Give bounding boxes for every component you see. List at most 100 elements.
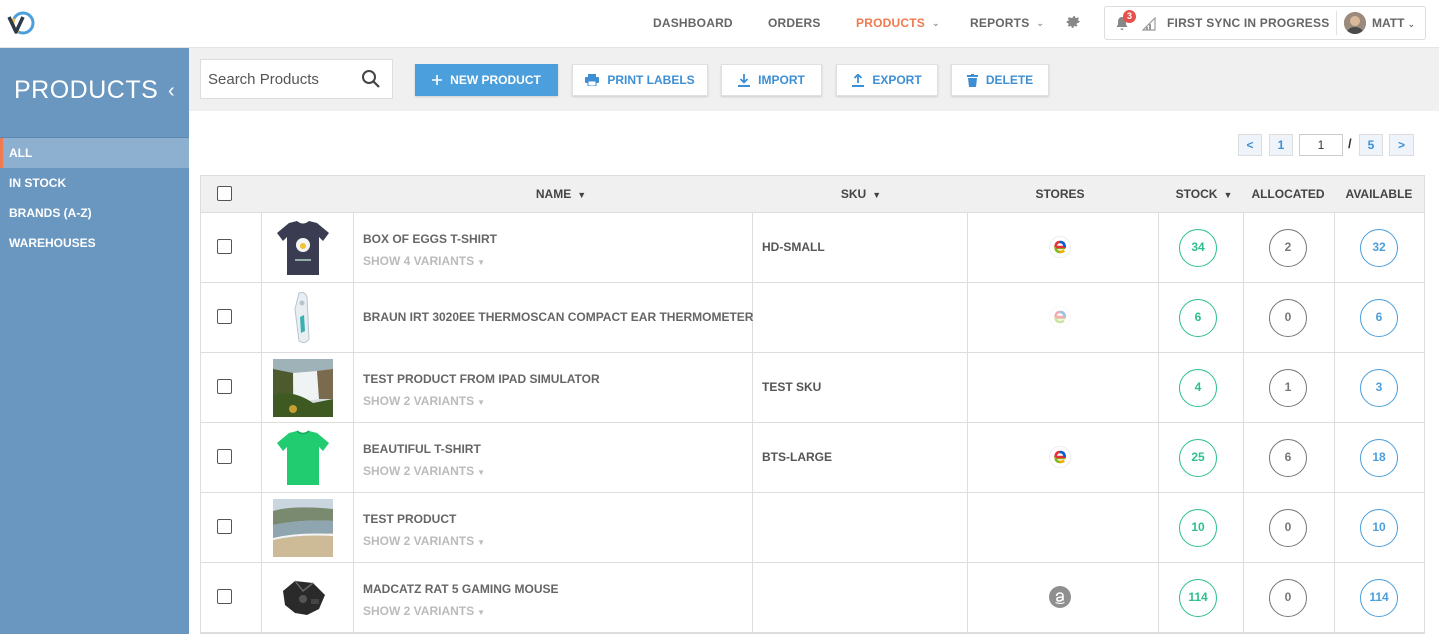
import-button[interactable]: IMPORT <box>721 64 822 96</box>
allocated-count[interactable]: 0 <box>1269 509 1307 547</box>
prev-page-button[interactable]: < <box>1238 134 1262 156</box>
column-divider <box>1334 493 1335 563</box>
printer-icon <box>585 74 600 86</box>
column-divider <box>1334 213 1335 283</box>
show-variants-toggle[interactable]: SHOW 2 VARIANTS ▼ <box>363 534 485 548</box>
nav-products[interactable]: PRODUCTS ⌄ <box>856 0 940 46</box>
column-divider <box>261 563 262 633</box>
row-checkbox[interactable] <box>217 519 232 534</box>
user-avatar-icon <box>1344 12 1366 34</box>
row-checkbox[interactable] <box>217 589 232 604</box>
show-variants-toggle[interactable]: SHOW 2 VARIANTS ▼ <box>363 394 485 408</box>
show-variants-toggle[interactable]: SHOW 4 VARIANTS ▼ <box>363 254 485 268</box>
allocated-count[interactable]: 1 <box>1269 369 1307 407</box>
top-bar: DASHBOARD ORDERS PRODUCTS ⌄ REPORTS ⌄ 3 FI… <box>0 0 1439 48</box>
page-number-input[interactable]: 1 <box>1299 134 1343 156</box>
search-box <box>200 59 393 99</box>
row-checkbox[interactable] <box>217 239 232 254</box>
available-count[interactable]: 114 <box>1360 579 1398 617</box>
product-name[interactable]: BOX OF EGGS T-SHIRT <box>363 232 497 246</box>
nav-dashboard[interactable]: DASHBOARD <box>653 0 733 46</box>
stock-count[interactable]: 34 <box>1179 229 1217 267</box>
table-row[interactable]: MADCATZ RAT 5 GAMING MOUSE SHOW 2 VARIANT… <box>201 563 1424 633</box>
sort-caret-icon: ▼ <box>577 190 587 200</box>
allocated-count[interactable]: 0 <box>1269 579 1307 617</box>
sidebar: PRODUCTS ‹ ALL IN STOCK BRANDS (A-Z) WAR… <box>0 48 189 634</box>
nav-orders[interactable]: ORDERS <box>768 0 821 46</box>
available-count[interactable]: 3 <box>1360 369 1398 407</box>
available-count[interactable]: 10 <box>1360 509 1398 547</box>
new-product-button[interactable]: NEW PRODUCT <box>415 64 558 96</box>
amazon-store-icon <box>1049 586 1071 608</box>
product-thumbnail[interactable] <box>273 569 333 627</box>
allocated-count[interactable]: 2 <box>1269 229 1307 267</box>
sidebar-item-warehouses[interactable]: WAREHOUSES <box>0 228 189 258</box>
export-button[interactable]: EXPORT <box>836 64 938 96</box>
allocated-count[interactable]: 0 <box>1269 299 1307 337</box>
next-page-button[interactable]: > <box>1389 134 1414 156</box>
column-divider <box>1243 563 1244 633</box>
show-variants-toggle[interactable]: SHOW 2 VARIANTS ▼ <box>363 604 485 618</box>
avatar[interactable] <box>1344 12 1366 34</box>
caret-down-icon: ▼ <box>477 468 486 477</box>
product-thumbnail[interactable] <box>273 219 333 277</box>
product-thumbnail[interactable] <box>273 359 333 417</box>
table-row[interactable]: TEST PRODUCT FROM IPAD SIMULATOR SHOW 2 V… <box>201 353 1424 423</box>
product-thumbnail[interactable] <box>273 499 333 557</box>
user-menu[interactable]: MATT ⌄ <box>1372 16 1415 30</box>
product-name[interactable]: TEST PRODUCT FROM IPAD SIMULATOR <box>363 372 600 386</box>
available-count[interactable]: 6 <box>1360 299 1398 337</box>
chevron-left-icon[interactable]: ‹ <box>168 80 175 103</box>
app-logo-icon[interactable] <box>6 8 36 38</box>
row-checkbox[interactable] <box>217 379 232 394</box>
sidebar-item-brands[interactable]: BRANDS (A-Z) <box>0 198 189 228</box>
product-thumbnail-icon <box>273 569 333 627</box>
product-name[interactable]: MADCATZ RAT 5 GAMING MOUSE <box>363 582 559 596</box>
chevron-down-icon: ⌄ <box>1407 19 1415 29</box>
download-icon <box>738 73 751 87</box>
column-divider <box>1243 423 1244 493</box>
show-variants-label: SHOW 2 VARIANTS <box>363 464 475 478</box>
column-header-sku[interactable]: SKU ▼ <box>821 176 901 213</box>
nav-products-label: PRODUCTS <box>856 16 925 30</box>
table-row[interactable]: BEAUTIFUL T-SHIRT SHOW 2 VARIANTS ▼ BTS-LAR… <box>201 423 1424 493</box>
row-checkbox[interactable] <box>217 309 232 324</box>
column-header-stock[interactable]: STOCK ▼ <box>1167 176 1241 213</box>
available-count[interactable]: 32 <box>1360 229 1398 267</box>
table-row[interactable]: TEST PRODUCT SHOW 2 VARIANTS ▼ 10 0 10 <box>201 493 1424 563</box>
product-name[interactable]: TEST PRODUCT <box>363 512 456 526</box>
sidebar-item-in-stock[interactable]: IN STOCK <box>0 168 189 198</box>
row-checkbox[interactable] <box>217 449 232 464</box>
sidebar-item-all[interactable]: ALL <box>0 138 189 168</box>
stock-count[interactable]: 6 <box>1179 299 1217 337</box>
available-count[interactable]: 18 <box>1360 439 1398 477</box>
stock-count[interactable]: 4 <box>1179 369 1217 407</box>
nav-reports[interactable]: REPORTS ⌄ <box>970 0 1044 46</box>
name-header-label: NAME <box>535 187 572 201</box>
product-name[interactable]: BRAUN IRT 3020EE THERMOSCAN COMPACT EAR … <box>363 310 753 324</box>
column-divider <box>967 353 968 423</box>
column-divider <box>1334 283 1335 353</box>
gear-icon[interactable] <box>1064 13 1082 31</box>
stock-count[interactable]: 114 <box>1179 579 1217 617</box>
search-icon[interactable] <box>361 69 381 89</box>
table-row[interactable]: BRAUN IRT 3020EE THERMOSCAN COMPACT EAR … <box>201 283 1424 353</box>
sync-status-panel[interactable]: 3 FIRST SYNC IN PROGRESS MATT ⌄ <box>1104 6 1426 40</box>
table-row[interactable]: BOX OF EGGS T-SHIRT SHOW 4 VARIANTS ▼ HD-SM… <box>201 213 1424 283</box>
allocated-count[interactable]: 6 <box>1269 439 1307 477</box>
search-input[interactable] <box>208 68 358 90</box>
first-page-button[interactable]: 1 <box>1269 134 1293 156</box>
product-thumbnail[interactable] <box>273 429 333 487</box>
product-thumbnail[interactable] <box>273 289 333 347</box>
column-header-name[interactable]: NAME ▼ <box>501 176 621 213</box>
last-page-button[interactable]: 5 <box>1359 134 1383 156</box>
column-header-allocated: ALLOCATED <box>1251 187 1325 201</box>
delete-label: DELETE <box>985 73 1034 87</box>
product-name[interactable]: BEAUTIFUL T-SHIRT <box>363 442 481 456</box>
stock-count[interactable]: 10 <box>1179 509 1217 547</box>
delete-button[interactable]: DELETE <box>951 64 1049 96</box>
stock-count[interactable]: 25 <box>1179 439 1217 477</box>
print-labels-button[interactable]: PRINT LABELS <box>572 64 708 96</box>
show-variants-toggle[interactable]: SHOW 2 VARIANTS ▼ <box>363 464 485 478</box>
select-all-checkbox[interactable] <box>217 186 232 201</box>
